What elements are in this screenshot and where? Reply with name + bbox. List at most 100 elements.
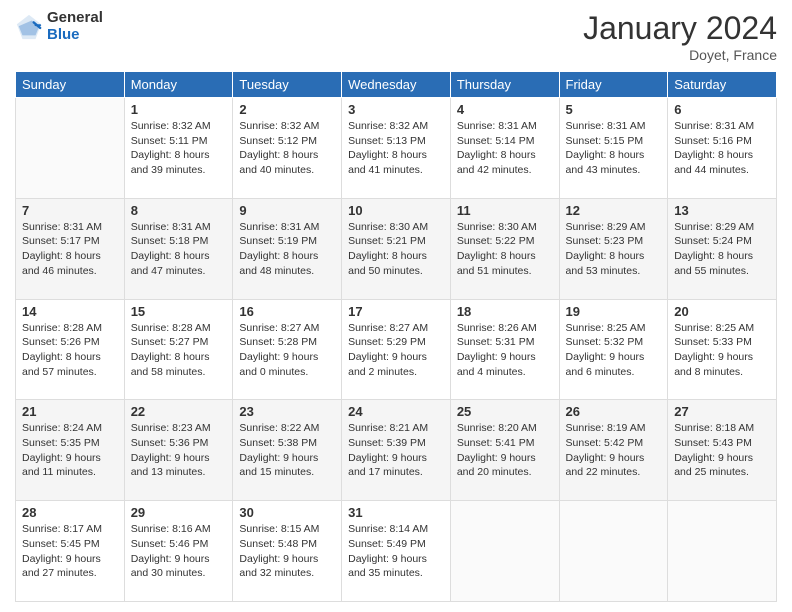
day-number: 16: [239, 304, 335, 319]
cell-text: Sunrise: 8:32 AMSunset: 5:12 PMDaylight:…: [239, 119, 335, 178]
table-row: 22 Sunrise: 8:23 AMSunset: 5:36 PMDayligh…: [124, 400, 233, 501]
day-number: 27: [674, 404, 770, 419]
col-thursday: Thursday: [450, 72, 559, 98]
col-monday: Monday: [124, 72, 233, 98]
day-number: 28: [22, 505, 118, 520]
table-row: [559, 501, 668, 602]
day-number: 3: [348, 102, 444, 117]
table-row: 26 Sunrise: 8:19 AMSunset: 5:42 PMDayligh…: [559, 400, 668, 501]
cell-text: Sunrise: 8:23 AMSunset: 5:36 PMDaylight:…: [131, 421, 227, 480]
cell-text: Sunrise: 8:14 AMSunset: 5:49 PMDaylight:…: [348, 522, 444, 581]
calendar-table: Sunday Monday Tuesday Wednesday Thursday…: [15, 71, 777, 602]
cell-text: Sunrise: 8:17 AMSunset: 5:45 PMDaylight:…: [22, 522, 118, 581]
logo-blue: Blue: [47, 27, 103, 44]
logo: General Blue: [15, 10, 103, 43]
day-number: 26: [566, 404, 662, 419]
day-number: 18: [457, 304, 553, 319]
day-number: 29: [131, 505, 227, 520]
table-row: 11 Sunrise: 8:30 AMSunset: 5:22 PMDayligh…: [450, 198, 559, 299]
day-number: 31: [348, 505, 444, 520]
cell-text: Sunrise: 8:24 AMSunset: 5:35 PMDaylight:…: [22, 421, 118, 480]
table-row: 30Sunrise: 8:15 AMSunset: 5:48 PMDayligh…: [233, 501, 342, 602]
cell-text: Sunrise: 8:32 AMSunset: 5:11 PMDaylight:…: [131, 119, 227, 178]
cell-text: Sunrise: 8:20 AMSunset: 5:41 PMDaylight:…: [457, 421, 553, 480]
cell-text: Sunrise: 8:22 AMSunset: 5:38 PMDaylight:…: [239, 421, 335, 480]
table-row: 5 Sunrise: 8:31 AMSunset: 5:15 PMDaylight…: [559, 98, 668, 199]
table-row: 15 Sunrise: 8:28 AMSunset: 5:27 PMDayligh…: [124, 299, 233, 400]
col-sunday: Sunday: [16, 72, 125, 98]
cell-text: Sunrise: 8:27 AMSunset: 5:29 PMDaylight:…: [348, 321, 444, 380]
day-number: 17: [348, 304, 444, 319]
table-row: 25 Sunrise: 8:20 AMSunset: 5:41 PMDayligh…: [450, 400, 559, 501]
table-row: 12 Sunrise: 8:29 AMSunset: 5:23 PMDayligh…: [559, 198, 668, 299]
table-row: [668, 501, 777, 602]
table-row: 8 Sunrise: 8:31 AMSunset: 5:18 PMDaylight…: [124, 198, 233, 299]
cell-text: Sunrise: 8:18 AMSunset: 5:43 PMDaylight:…: [674, 421, 770, 480]
cell-text: Sunrise: 8:29 AMSunset: 5:23 PMDaylight:…: [566, 220, 662, 279]
col-saturday: Saturday: [668, 72, 777, 98]
day-number: 7: [22, 203, 118, 218]
day-number: 25: [457, 404, 553, 419]
table-row: 9Sunrise: 8:31 AMSunset: 5:19 PMDaylight…: [233, 198, 342, 299]
table-row: 3 Sunrise: 8:32 AMSunset: 5:13 PMDaylight…: [342, 98, 451, 199]
day-number: 19: [566, 304, 662, 319]
table-row: 27 Sunrise: 8:18 AMSunset: 5:43 PMDayligh…: [668, 400, 777, 501]
cell-text: Sunrise: 8:31 AMSunset: 5:14 PMDaylight:…: [457, 119, 553, 178]
header-row: Sunday Monday Tuesday Wednesday Thursday…: [16, 72, 777, 98]
table-row: 4Sunrise: 8:31 AMSunset: 5:14 PMDaylight…: [450, 98, 559, 199]
table-row: 31 Sunrise: 8:14 AMSunset: 5:49 PMDayligh…: [342, 501, 451, 602]
header: General Blue January 2024 Doyet, France: [15, 10, 777, 63]
day-number: 22: [131, 404, 227, 419]
day-number: 10: [348, 203, 444, 218]
title-area: January 2024 Doyet, France: [583, 10, 777, 63]
table-row: 23 Sunrise: 8:22 AMSunset: 5:38 PMDayligh…: [233, 400, 342, 501]
cell-text: Sunrise: 8:25 AMSunset: 5:33 PMDaylight:…: [674, 321, 770, 380]
day-number: 30: [239, 505, 335, 520]
col-friday: Friday: [559, 72, 668, 98]
calendar-week-row: 7 Sunrise: 8:31 AMSunset: 5:17 PMDaylight…: [16, 198, 777, 299]
day-number: 15: [131, 304, 227, 319]
day-number: 21: [22, 404, 118, 419]
day-number: 12: [566, 203, 662, 218]
cell-text: Sunrise: 8:25 AMSunset: 5:32 PMDaylight:…: [566, 321, 662, 380]
logo-icon: [15, 13, 43, 41]
logo-general: General: [47, 10, 103, 27]
table-row: 7 Sunrise: 8:31 AMSunset: 5:17 PMDaylight…: [16, 198, 125, 299]
cell-text: Sunrise: 8:28 AMSunset: 5:26 PMDaylight:…: [22, 321, 118, 380]
table-row: 24 Sunrise: 8:21 AMSunset: 5:39 PMDayligh…: [342, 400, 451, 501]
day-number: 11: [457, 203, 553, 218]
day-number: 6: [674, 102, 770, 117]
cell-text: Sunrise: 8:21 AMSunset: 5:39 PMDaylight:…: [348, 421, 444, 480]
calendar-week-row: 14 Sunrise: 8:28 AMSunset: 5:26 PMDayligh…: [16, 299, 777, 400]
table-row: 10Sunrise: 8:30 AMSunset: 5:21 PMDayligh…: [342, 198, 451, 299]
logo-text-block: General Blue: [47, 10, 103, 43]
cell-text: Sunrise: 8:31 AMSunset: 5:18 PMDaylight:…: [131, 220, 227, 279]
cell-text: Sunrise: 8:31 AMSunset: 5:17 PMDaylight:…: [22, 220, 118, 279]
table-row: 14 Sunrise: 8:28 AMSunset: 5:26 PMDayligh…: [16, 299, 125, 400]
month-title: January 2024: [583, 10, 777, 47]
location: Doyet, France: [583, 47, 777, 63]
table-row: 19 Sunrise: 8:25 AMSunset: 5:32 PMDayligh…: [559, 299, 668, 400]
cell-text: Sunrise: 8:28 AMSunset: 5:27 PMDaylight:…: [131, 321, 227, 380]
cell-text: Sunrise: 8:29 AMSunset: 5:24 PMDaylight:…: [674, 220, 770, 279]
table-row: 28 Sunrise: 8:17 AMSunset: 5:45 PMDayligh…: [16, 501, 125, 602]
cell-text: Sunrise: 8:31 AMSunset: 5:19 PMDaylight:…: [239, 220, 335, 279]
day-number: 5: [566, 102, 662, 117]
table-row: 2Sunrise: 8:32 AMSunset: 5:12 PMDaylight…: [233, 98, 342, 199]
cell-text: Sunrise: 8:31 AMSunset: 5:15 PMDaylight:…: [566, 119, 662, 178]
day-number: 1: [131, 102, 227, 117]
cell-text: Sunrise: 8:32 AMSunset: 5:13 PMDaylight:…: [348, 119, 444, 178]
day-number: 14: [22, 304, 118, 319]
day-number: 24: [348, 404, 444, 419]
table-row: 1 Sunrise: 8:32 AMSunset: 5:11 PMDaylight…: [124, 98, 233, 199]
col-tuesday: Tuesday: [233, 72, 342, 98]
day-number: 8: [131, 203, 227, 218]
cell-text: Sunrise: 8:30 AMSunset: 5:22 PMDaylight:…: [457, 220, 553, 279]
calendar-week-row: 28 Sunrise: 8:17 AMSunset: 5:45 PMDayligh…: [16, 501, 777, 602]
table-row: 16Sunrise: 8:27 AMSunset: 5:28 PMDayligh…: [233, 299, 342, 400]
cell-text: Sunrise: 8:19 AMSunset: 5:42 PMDaylight:…: [566, 421, 662, 480]
table-row: [16, 98, 125, 199]
day-number: 23: [239, 404, 335, 419]
table-row: 21 Sunrise: 8:24 AMSunset: 5:35 PMDayligh…: [16, 400, 125, 501]
table-row: 13Sunrise: 8:29 AMSunset: 5:24 PMDayligh…: [668, 198, 777, 299]
